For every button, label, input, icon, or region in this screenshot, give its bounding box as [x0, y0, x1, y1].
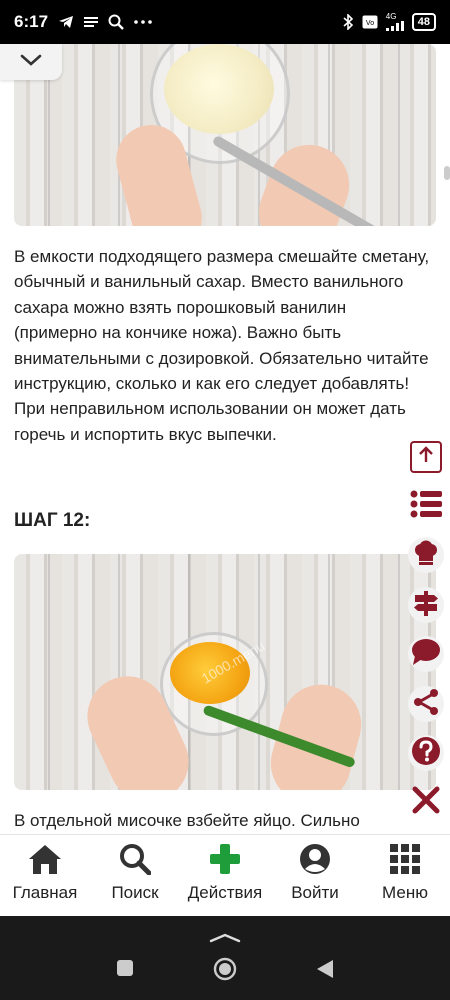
nav-menu-label: Меню [382, 883, 428, 902]
share-icon [412, 688, 440, 721]
scroll-top-button[interactable] [410, 441, 442, 473]
nav-login-label: Войти [291, 883, 339, 902]
contents-button[interactable] [408, 488, 444, 524]
volte-icon: Vo [362, 15, 378, 29]
comments-button[interactable] [408, 636, 444, 672]
status-bar: 6:17 Vo 4G 48 [0, 0, 450, 44]
signpost-icon [412, 589, 440, 622]
step-11-text: В емкости подходящего размера смешайте с… [14, 247, 430, 444]
recents-button[interactable] [116, 959, 134, 982]
more-icon [134, 20, 152, 24]
network-type: 4G [385, 12, 397, 21]
cook-mode-button[interactable] [408, 537, 444, 573]
notes-icon [84, 16, 99, 28]
nav-search[interactable]: Поиск [90, 835, 180, 916]
share-button[interactable] [408, 686, 444, 722]
close-icon [411, 785, 441, 820]
nav-home-label: Главная [12, 883, 78, 902]
telegram-icon [58, 15, 74, 29]
plus-icon [209, 841, 241, 877]
step-12-text: В отдельной мисочке взбейте яйцо. Сильно [14, 811, 360, 830]
chef-hat-icon [412, 539, 440, 572]
scroll-top-icon [416, 445, 436, 470]
nav-search-label: Поиск [111, 883, 159, 902]
user-icon [299, 841, 331, 877]
step-11-photo[interactable] [14, 44, 436, 226]
status-time: 6:17 [14, 12, 49, 31]
help-button[interactable] [408, 735, 444, 771]
nav-home[interactable]: Главная [0, 835, 90, 916]
home-button[interactable] [213, 957, 237, 986]
gesture-handle-icon[interactable] [209, 930, 241, 948]
system-navigation-bar [0, 916, 450, 1000]
scroll-indicator[interactable] [444, 166, 450, 180]
signal-icon: 4G [385, 12, 404, 31]
search-icon [108, 14, 124, 30]
bottom-navigation: Главная Поиск Действия Войти Меню [0, 834, 450, 916]
nav-menu[interactable]: Меню [360, 835, 450, 916]
comment-icon [411, 638, 441, 671]
home-icon [28, 841, 62, 877]
steps-button[interactable] [408, 587, 444, 623]
svg-text:Vo: Vo [366, 20, 374, 27]
back-button[interactable] [316, 959, 334, 984]
nav-actions-label: Действия [187, 883, 263, 902]
bluetooth-icon [342, 14, 354, 30]
step-12-photo[interactable]: 1000.menu [14, 554, 436, 790]
recipe-content[interactable]: В емкости подходящего размера смешайте с… [0, 44, 450, 834]
nav-login[interactable]: Войти [270, 835, 360, 916]
chevron-down-icon [20, 53, 42, 72]
search-icon [119, 841, 151, 877]
cream-mixture [164, 44, 274, 134]
battery-icon: 48 [411, 13, 436, 31]
collapse-button[interactable] [0, 44, 62, 80]
battery-level: 48 [417, 16, 430, 28]
grid-icon [389, 841, 421, 877]
list-icon [410, 489, 442, 524]
help-icon [411, 736, 441, 771]
step-12-heading: ШАГ 12: [14, 510, 91, 531]
nav-actions[interactable]: Действия [180, 835, 270, 916]
close-button[interactable] [408, 784, 444, 820]
